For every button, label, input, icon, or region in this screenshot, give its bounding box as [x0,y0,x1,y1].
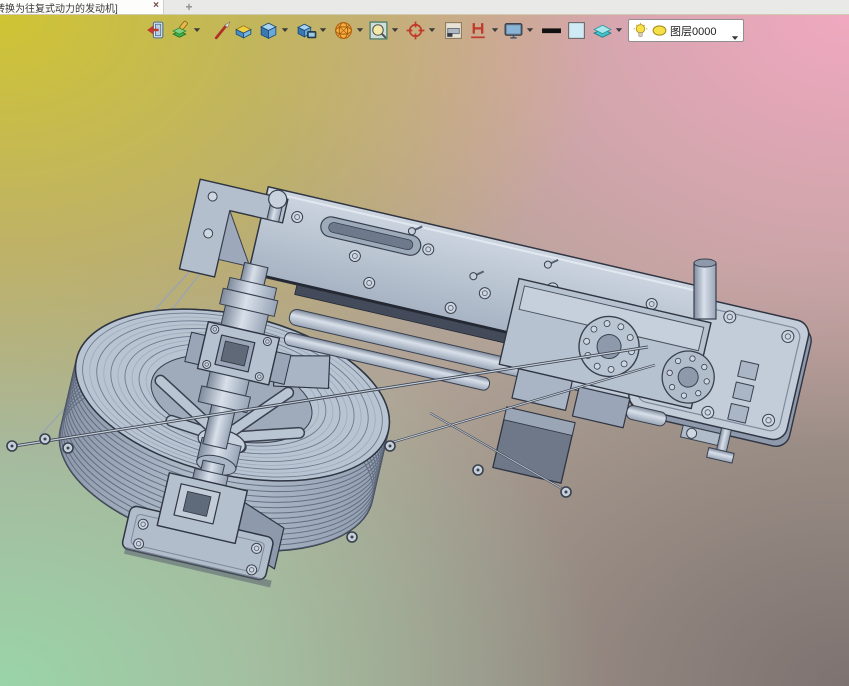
chevron-down-icon [193,27,201,33]
line-width-swatch [541,20,562,41]
layers-button[interactable] [592,18,623,42]
tab-bar: 转换为往复式动力的发动机] × + [0,0,849,15]
target-icon [405,20,426,41]
wireframe-sphere-icon [333,20,354,41]
chevron-down-icon [491,27,499,33]
close-window-icon [145,20,166,41]
current-layer-label: 图层0000 [670,25,717,38]
color-picker-button[interactable] [566,18,587,42]
cube-display-icon [296,20,317,41]
chevron-down-icon [319,27,327,33]
brush-icon [212,20,233,41]
chevron-down-icon [615,27,623,33]
solid-display-button[interactable] [258,18,289,42]
zoom-window-icon [368,20,389,41]
display-settings-button[interactable] [503,18,534,42]
wireframe-display-button[interactable] [333,18,364,42]
render-layers-icon [170,20,191,41]
chevron-down-icon [356,27,364,33]
cad-application-window: 转换为往复式动力的发动机] × + 图层0000 [0,0,849,686]
document-tab[interactable]: 转换为往复式动力的发动机] × [0,0,164,14]
insert-frame-button[interactable] [443,18,464,42]
chevron-down-icon [281,27,289,33]
chevron-down-icon [391,27,399,33]
shaded-display-button[interactable] [296,18,327,42]
layers-stack-icon [592,20,613,41]
3d-model-engine-assembly [6,178,812,588]
main-toolbar: 图层0000 [0,17,849,43]
upright-pipe [693,258,717,320]
isometric-view-button[interactable] [233,18,254,42]
ellipse-color-icon [651,22,668,39]
3d-viewport[interactable]: 图层0000 [0,15,849,686]
profile-beam-button[interactable] [468,18,499,42]
isometric-box-icon [233,20,254,41]
exit-render-button[interactable] [145,18,166,42]
insert-frame-icon [443,20,464,41]
locate-target-button[interactable] [405,18,436,42]
brush-button[interactable] [212,18,233,42]
zoom-window-button[interactable] [368,18,399,42]
render-mode-button[interactable] [170,18,201,42]
chevron-down-icon [731,28,739,40]
color-swatch [566,20,587,41]
close-tab-button[interactable]: × [153,0,159,11]
solid-cube-icon [258,20,279,41]
monitor-icon [503,20,524,41]
lightbulb-icon [632,22,649,39]
chevron-down-icon [526,27,534,33]
layer-select-combo[interactable]: 图层0000 [628,19,744,42]
chevron-down-icon [428,27,436,33]
new-tab-button[interactable]: + [176,0,202,14]
line-width-button[interactable] [541,18,562,42]
steel-beam-icon [468,20,489,41]
document-tab-title: 转换为往复式动力的发动机] [0,3,118,15]
